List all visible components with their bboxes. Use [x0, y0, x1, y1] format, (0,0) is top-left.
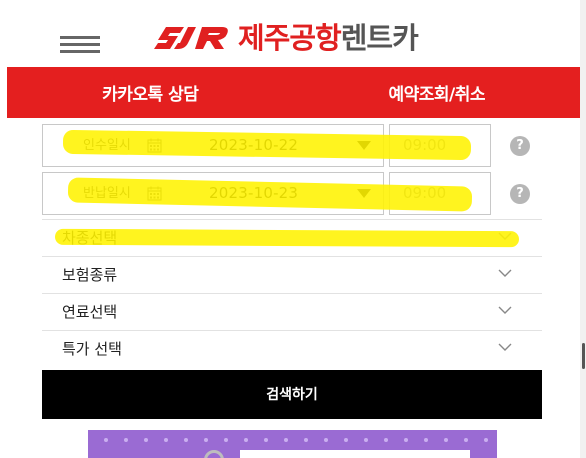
pickup-time-select[interactable]: 09:00	[389, 124, 491, 167]
special-offer-label: 특가 선택	[62, 340, 122, 358]
banner-ring-graphic	[204, 450, 224, 458]
scrollbar-thumb[interactable]	[582, 343, 585, 369]
site-header: 제주공항렌트카	[0, 0, 580, 67]
pickup-date-label: 인수일시	[83, 138, 131, 153]
page-scrollbar[interactable]	[580, 0, 586, 458]
car-type-label: 차종선택	[62, 229, 118, 247]
reservation-lookup-cancel-link[interactable]: 예약조회/취소	[294, 67, 581, 118]
search-button[interactable]: 검색하기	[42, 370, 542, 419]
logo-mark-icon	[154, 27, 228, 49]
return-time-value: 09:00	[403, 184, 447, 202]
chevron-down-icon	[498, 306, 512, 314]
pickup-time-value: 09:00	[403, 136, 447, 154]
chevron-down-icon	[498, 232, 512, 240]
return-date-value: 2023-10-23	[209, 184, 299, 202]
fuel-type-label: 연료선택	[62, 303, 118, 321]
pickup-help-icon[interactable]: ?	[510, 136, 530, 156]
top-nav-bar: 카카오톡 상담 예약조회/취소	[7, 67, 580, 118]
calendar-icon	[147, 186, 162, 201]
pickup-date-value: 2023-10-22	[209, 136, 299, 154]
calendar-icon	[147, 138, 162, 153]
hamburger-menu-icon[interactable]	[60, 36, 100, 54]
return-date-select[interactable]: 반납일시 2023-10-23	[42, 172, 384, 215]
car-type-select[interactable]: 차종선택	[42, 219, 542, 256]
return-datetime-row: 반납일시 2023-10-23 09:00 ?	[42, 172, 542, 215]
dropdown-arrow-icon	[357, 141, 371, 150]
chevron-down-icon	[498, 343, 512, 351]
banner-dot-pattern	[104, 438, 488, 442]
special-offer-select[interactable]: 특가 선택	[42, 330, 542, 367]
return-help-icon[interactable]: ?	[510, 184, 530, 204]
kakaotalk-consult-link[interactable]: 카카오톡 상담	[7, 67, 294, 118]
banner-white-panel	[240, 450, 470, 458]
pickup-date-select[interactable]: 인수일시 2023-10-22	[42, 124, 384, 167]
pickup-datetime-row: 인수일시 2023-10-22 09:00 ?	[42, 124, 542, 167]
fuel-type-select[interactable]: 연료선택	[42, 293, 542, 330]
site-logo[interactable]: 제주공항렌트카	[152, 20, 419, 56]
insurance-type-select[interactable]: 보험종류	[42, 256, 542, 293]
dropdown-arrow-icon	[357, 189, 371, 198]
logo-text-gray: 렌트카	[340, 20, 419, 55]
logo-text-red: 제주공항	[238, 20, 342, 55]
chevron-down-icon	[498, 269, 512, 277]
return-date-label: 반납일시	[83, 186, 131, 201]
insurance-type-label: 보험종류	[62, 266, 118, 284]
return-time-select[interactable]: 09:00	[389, 172, 491, 215]
promo-banner[interactable]	[88, 430, 497, 458]
